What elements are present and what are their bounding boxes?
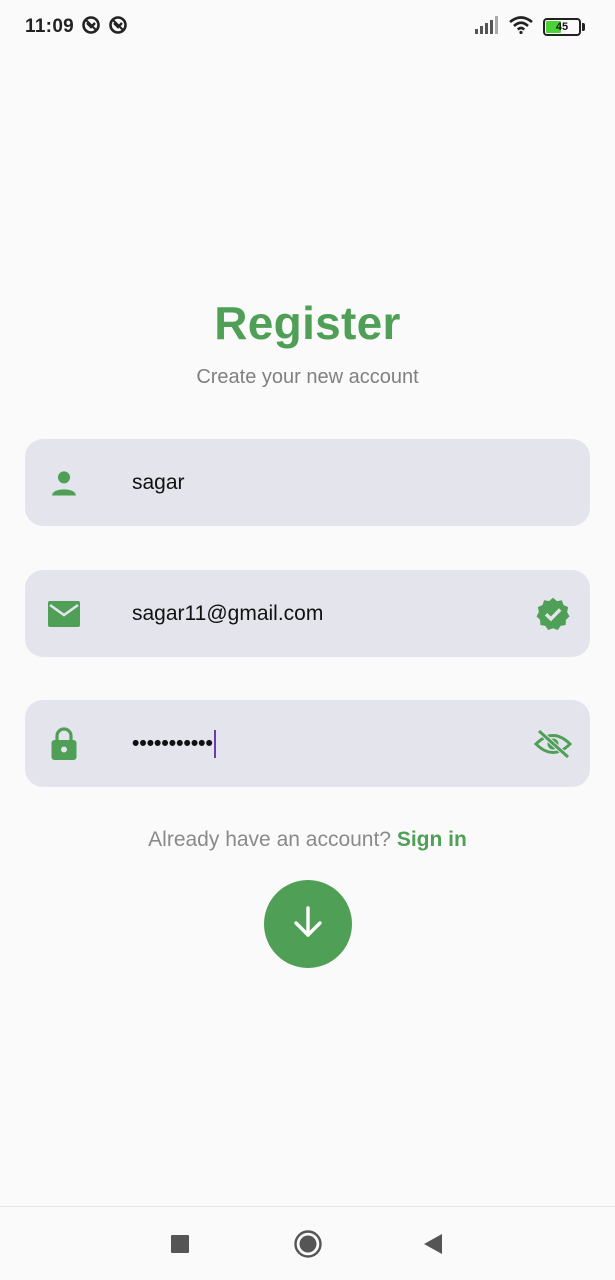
username-value[interactable]: sagar (132, 471, 185, 495)
signal-icon (475, 15, 499, 39)
signin-prompt: Already have an account? Sign in (0, 828, 615, 852)
status-right: 45 (475, 15, 585, 39)
person-icon (47, 466, 81, 500)
battery-cap (582, 23, 585, 31)
submit-fab-button[interactable] (264, 880, 352, 968)
back-triangle-icon[interactable] (423, 1233, 443, 1255)
verified-check-icon (534, 595, 572, 633)
mail-icon (47, 597, 81, 631)
signin-prompt-text: Already have an account? (148, 828, 391, 851)
status-time: 11:09 (25, 16, 75, 37)
arrow-down-icon (290, 904, 326, 945)
battery-icon: 45 (543, 18, 581, 36)
register-screen: 11:09 45 Register Create your new accoun… (0, 0, 615, 1280)
page-subtitle: Create your new account (196, 366, 419, 388)
email-value[interactable]: sagar11@gmail.com (132, 602, 323, 626)
battery-level: 45 (555, 20, 569, 33)
page-title: Register (214, 297, 401, 349)
text-cursor (213, 729, 216, 758)
password-field[interactable]: ••••••••••• (25, 700, 590, 787)
signin-link[interactable]: Sign in (397, 828, 467, 851)
email-field[interactable]: sagar11@gmail.com (25, 570, 590, 657)
recents-square-icon[interactable] (170, 1234, 190, 1254)
username-field[interactable]: sagar (25, 439, 590, 526)
lock-icon (47, 726, 81, 761)
notification-icon (108, 15, 128, 40)
status-left: 11:09 (25, 15, 128, 40)
system-nav-bar (0, 1206, 615, 1280)
password-masked-value: ••••••••••• (132, 731, 213, 755)
visibility-off-icon[interactable] (534, 725, 572, 763)
password-input[interactable]: ••••••••••• (132, 729, 216, 758)
notification-icon (81, 15, 101, 40)
wifi-icon (509, 15, 533, 39)
status-bar: 11:09 45 (0, 0, 615, 54)
home-circle-icon[interactable] (293, 1229, 323, 1259)
